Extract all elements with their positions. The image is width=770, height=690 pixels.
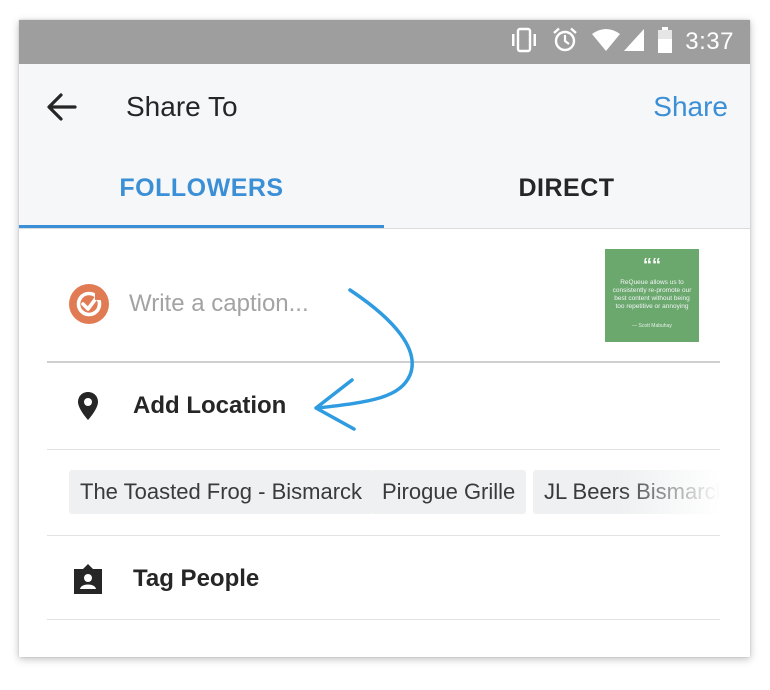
phone-screen: 3:37 Share To Share FOLLOWERS DIRECT ““ xyxy=(19,20,750,657)
tag-people-label: Tag People xyxy=(133,565,260,592)
tag-people-row[interactable]: Tag People xyxy=(47,537,720,621)
app-bar: Share To Share xyxy=(19,64,750,148)
status-bar: 3:37 xyxy=(19,20,750,64)
alarm-icon xyxy=(551,26,579,59)
tag-people-divider xyxy=(47,619,720,620)
location-divider xyxy=(47,449,720,450)
caption-divider xyxy=(47,361,720,363)
status-time: 3:37 xyxy=(685,28,734,55)
share-button[interactable]: Share xyxy=(653,90,728,124)
caption-input[interactable] xyxy=(129,285,529,323)
location-suggestion-chip[interactable]: JL Beers Bismarck xyxy=(533,470,720,514)
back-arrow-icon xyxy=(47,93,77,121)
location-suggestion-chip[interactable]: Pirogue Grille xyxy=(371,470,527,514)
status-icons: 3:37 xyxy=(497,26,734,59)
active-tab-indicator xyxy=(19,225,384,228)
add-location-row[interactable]: Add Location xyxy=(47,364,720,448)
location-pin-icon xyxy=(71,389,105,423)
thumbnail-quote-mark: ““ xyxy=(643,255,661,275)
post-thumbnail[interactable]: ““ ReQueue allows us to consistently re-… xyxy=(605,249,699,342)
suggestions-divider xyxy=(47,535,720,536)
add-location-label: Add Location xyxy=(133,392,287,419)
back-button[interactable] xyxy=(45,90,79,124)
thumbnail-attribution: — Scott Mabuhay xyxy=(632,323,672,329)
page-title: Share To xyxy=(126,91,238,122)
avatar xyxy=(69,284,109,324)
thumbnail-quote-text: ReQueue allows us to consistently re-pro… xyxy=(612,279,692,310)
signal-icon xyxy=(623,28,645,57)
tab-bar: FOLLOWERS DIRECT xyxy=(19,148,750,229)
vibrate-icon xyxy=(509,27,539,58)
caption-row: ““ ReQueue allows us to consistently re-… xyxy=(19,229,750,361)
tab-direct[interactable]: DIRECT xyxy=(384,148,749,228)
brand-logo-icon xyxy=(69,284,109,324)
location-suggestion-chip[interactable]: The Toasted Frog - Bismarck xyxy=(69,470,374,514)
wifi-icon xyxy=(591,28,621,57)
person-tag-icon xyxy=(71,562,105,596)
location-suggestions: The Toasted Frog - Bismarck Pirogue Gril… xyxy=(69,470,720,514)
tab-followers[interactable]: FOLLOWERS xyxy=(19,148,384,228)
battery-icon xyxy=(657,26,673,58)
